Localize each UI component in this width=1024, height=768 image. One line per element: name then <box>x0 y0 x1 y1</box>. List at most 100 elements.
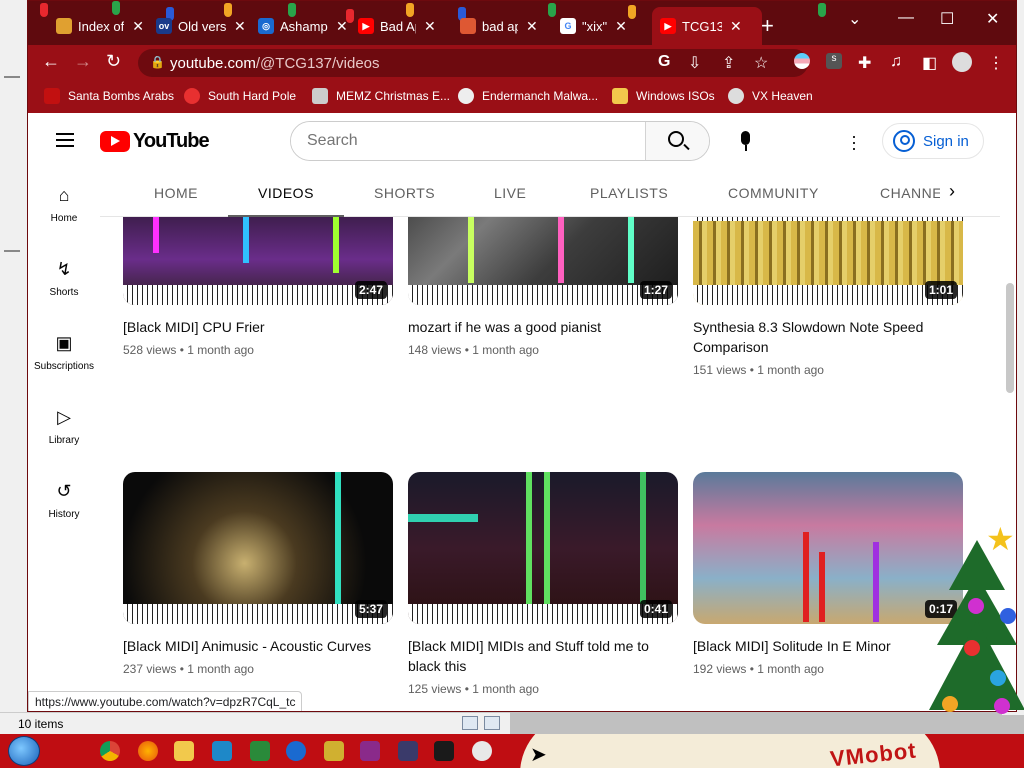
forward-button[interactable]: → <box>74 51 92 72</box>
extension-s-icon[interactable]: s <box>826 53 842 69</box>
new-tab-button[interactable]: + <box>761 13 774 39</box>
video-card[interactable]: 2:47 [Black MIDI] CPU Frier 528 views • … <box>123 217 393 357</box>
video-thumbnail[interactable]: 5:37 <box>123 472 393 624</box>
tab-home[interactable]: HOME <box>124 169 228 217</box>
chrome-icon[interactable] <box>100 741 120 761</box>
video-card[interactable]: 0:17 [Black MIDI] Solitude In E Minor 19… <box>693 472 963 676</box>
start-button[interactable] <box>8 736 40 766</box>
tab-playlists[interactable]: PLAYLISTS <box>560 169 698 217</box>
profile-avatar-icon[interactable] <box>952 52 972 72</box>
youtube-icon: ▶ <box>358 18 374 34</box>
youtube-masthead: YouTube ··· Sign in <box>28 113 1016 169</box>
bookmark-south-hard-pole[interactable]: South Hard Pole <box>184 88 296 104</box>
install-app-icon[interactable]: ⇩ <box>688 53 701 73</box>
share-icon[interactable]: ⇪ <box>722 53 735 73</box>
tab-google-search[interactable]: G "xix" ✕ <box>552 7 635 45</box>
sign-in-button[interactable]: Sign in <box>882 123 984 159</box>
tab-channels[interactable]: CHANNELS <box>850 169 940 217</box>
back-button[interactable]: ← <box>42 51 60 72</box>
extension-flag-icon[interactable] <box>794 53 810 69</box>
image-icon <box>312 88 328 104</box>
guide-item-home[interactable]: ⌂ Home <box>28 169 100 243</box>
settings-menu-icon[interactable]: · · · <box>851 127 857 157</box>
game-icon[interactable] <box>324 741 344 761</box>
video-title[interactable]: mozart if he was a good pianist <box>408 317 658 337</box>
tab-search-icon[interactable]: ⌄ <box>848 9 861 29</box>
close-tab-icon[interactable]: ✕ <box>424 18 436 35</box>
video-card[interactable]: 1:27 mozart if he was a good pianist 148… <box>408 217 678 357</box>
7zip-icon[interactable] <box>434 741 454 761</box>
details-view-icon[interactable] <box>462 716 478 730</box>
video-thumbnail[interactable]: 0:17 <box>693 472 963 624</box>
guide-item-subscriptions[interactable]: ▣ Subscriptions <box>28 317 100 391</box>
guide-item-history[interactable]: ↺ History <box>28 465 100 539</box>
youtube-logo[interactable]: YouTube <box>100 130 210 153</box>
tab-live[interactable]: LIVE <box>464 169 556 217</box>
tab-bad-apple-search[interactable]: bad apple ✕ <box>452 7 546 45</box>
minimize-button[interactable]: — <box>898 9 914 27</box>
video-title[interactable]: [Black MIDI] Animusic - Acoustic Curves <box>123 636 373 656</box>
side-panel-icon[interactable]: ◧ <box>922 53 937 73</box>
menu-icon[interactable] <box>56 133 74 147</box>
tab-shorts[interactable]: SHORTS <box>344 169 465 217</box>
media-icon[interactable] <box>472 741 492 761</box>
tab-community[interactable]: COMMUNITY <box>698 169 849 217</box>
video-thumbnail[interactable]: 1:27 <box>408 217 678 305</box>
tab-index-of[interactable]: Index of ✕ <box>48 7 152 45</box>
address-bar[interactable]: 🔒 youtube.com/@TCG137/videos <box>138 49 808 77</box>
video-card[interactable]: 0:41 [Black MIDI] MIDIs and Stuff told m… <box>408 472 678 696</box>
voice-search-button[interactable] <box>726 121 766 161</box>
teamviewer-icon[interactable] <box>286 741 306 761</box>
autodesk-icon[interactable] <box>212 741 232 761</box>
bookmark-windows-isos[interactable]: Windows ISOs <box>612 88 715 104</box>
guide-item-shorts[interactable]: ↯ Shorts <box>28 243 100 317</box>
ornament <box>1000 608 1016 624</box>
tiles-view-icon[interactable] <box>484 716 500 730</box>
vx-icon <box>728 88 744 104</box>
media-control-icon[interactable]: ♫ <box>890 53 902 71</box>
tab-ashampoo[interactable]: ◎ Ashampoo ✕ <box>250 7 356 45</box>
search-input[interactable] <box>291 122 647 160</box>
winrar-icon[interactable] <box>360 741 380 761</box>
light-bulb <box>40 3 48 17</box>
close-tab-icon[interactable]: ✕ <box>234 18 246 35</box>
tab-bad-apple[interactable]: ▶ Bad Apple ✕ <box>350 7 444 45</box>
maximize-button[interactable]: ☐ <box>940 9 954 29</box>
close-tab-icon[interactable]: ✕ <box>336 18 348 35</box>
search-button[interactable] <box>645 122 709 160</box>
chrome-menu-icon[interactable]: ⋮ <box>988 53 1004 73</box>
video-thumbnail[interactable]: 1:01 <box>693 217 963 305</box>
video-thumbnail[interactable]: 2:47 <box>123 217 393 305</box>
google-lens-icon[interactable]: G <box>658 53 670 71</box>
explorer-icon[interactable] <box>174 741 194 761</box>
close-tab-icon[interactable]: ✕ <box>132 18 144 35</box>
tab-old-version[interactable]: ov Old version ✕ <box>148 7 254 45</box>
video-card[interactable]: 1:01 Synthesia 8.3 Slowdown Note Speed C… <box>693 217 963 377</box>
oldversion-icon: ov <box>156 18 172 34</box>
bookmark-memz[interactable]: MEMZ Christmas E... <box>312 88 450 104</box>
bookmark-star-icon[interactable]: ☆ <box>754 53 768 73</box>
scrollbar-thumb[interactable] <box>1006 283 1014 393</box>
video-thumbnail[interactable]: 0:41 <box>408 472 678 624</box>
video-title[interactable]: Synthesia 8.3 Slowdown Note Speed Compar… <box>693 317 943 357</box>
guide-item-library[interactable]: ▷ Library <box>28 391 100 465</box>
close-tab-icon[interactable]: ✕ <box>730 18 742 35</box>
video-title[interactable]: [Black MIDI] Solitude In E Minor <box>693 636 943 656</box>
close-window-button[interactable]: ✕ <box>986 9 999 29</box>
close-tab-icon[interactable]: ✕ <box>615 18 627 35</box>
tab-videos[interactable]: VIDEOS <box>228 169 344 217</box>
tab-tcg137[interactable]: ▶ TCG137 ✕ <box>652 7 762 45</box>
extensions-puzzle-icon[interactable]: ✚ <box>858 53 871 73</box>
bookmark-endermanch[interactable]: Endermanch Malwa... <box>458 88 598 104</box>
close-tab-icon[interactable]: ✕ <box>526 18 538 35</box>
video-title[interactable]: [Black MIDI] MIDIs and Stuff told me to … <box>408 636 658 676</box>
system-icon[interactable] <box>398 741 418 761</box>
reload-button[interactable]: ↻ <box>106 51 121 72</box>
pro-icon[interactable] <box>250 741 270 761</box>
firefox-icon[interactable] <box>138 741 158 761</box>
video-card[interactable]: 5:37 [Black MIDI] Animusic - Acoustic Cu… <box>123 472 393 676</box>
chevron-right-icon[interactable]: › <box>940 181 964 205</box>
bookmark-vx-heaven[interactable]: VX Heaven <box>728 88 813 104</box>
video-title[interactable]: [Black MIDI] CPU Frier <box>123 317 373 337</box>
bookmark-santa-bombs[interactable]: Santa Bombs Arabs <box>44 88 174 104</box>
